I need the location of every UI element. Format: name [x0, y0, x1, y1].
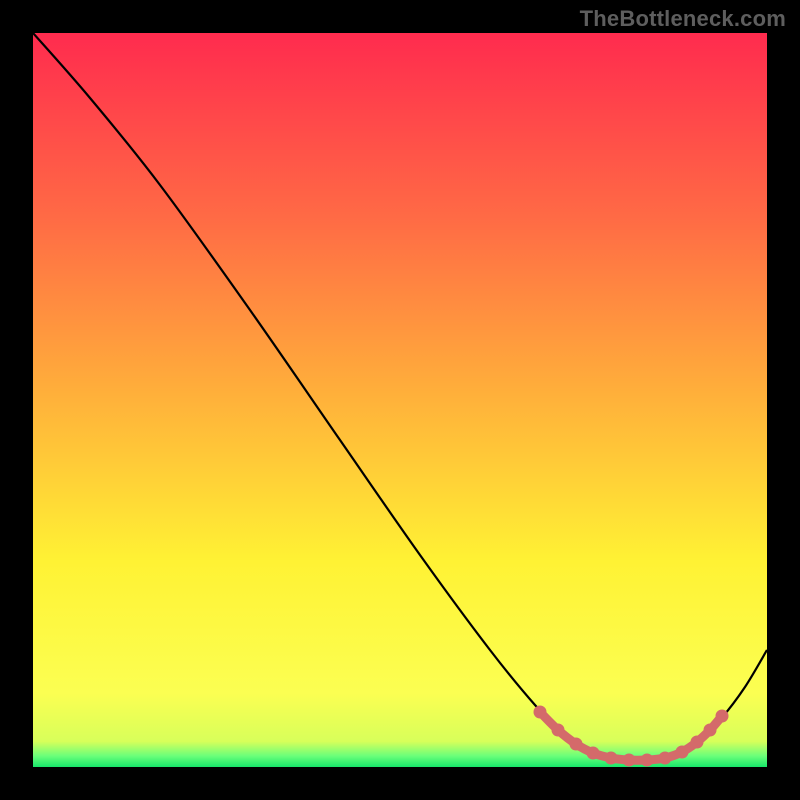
highlight-dot — [716, 710, 729, 723]
chart-stage: TheBottleneck.com — [0, 0, 800, 800]
highlight-dot — [691, 736, 704, 749]
highlight-dot — [587, 747, 600, 760]
highlight-dot — [605, 752, 618, 765]
highlight-dot — [641, 754, 654, 767]
plot-background — [33, 33, 767, 767]
highlight-dot — [570, 738, 583, 751]
highlight-dot — [623, 754, 636, 767]
highlight-dot — [676, 746, 689, 759]
highlight-dot — [552, 724, 565, 737]
bottleneck-chart — [0, 0, 800, 800]
highlight-dot — [704, 724, 717, 737]
highlight-dot — [659, 752, 672, 765]
highlight-dot — [534, 706, 547, 719]
